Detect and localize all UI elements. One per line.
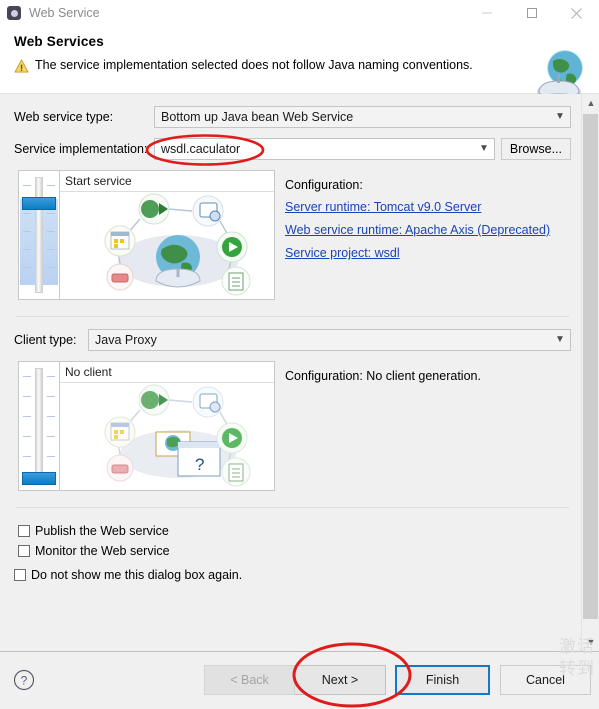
client-stage-slider[interactable]: [18, 361, 60, 491]
chevron-down-icon: ▼: [478, 143, 489, 154]
validation-message-text: The service implementation selected does…: [35, 58, 473, 72]
service-implementation-row: Service implementation: wsdl.caculator ▼…: [14, 138, 571, 160]
web-service-type-value: Bottom up Java bean Web Service: [161, 110, 354, 124]
client-type-value: Java Proxy: [95, 333, 157, 347]
publish-web-service-checkbox[interactable]: Publish the Web service: [18, 524, 571, 538]
chevron-down-icon: ▼: [555, 111, 565, 122]
service-illustration: Start service: [60, 170, 275, 300]
configuration-title: Configuration:: [285, 178, 363, 192]
window-titlebar: Web Service: [0, 0, 599, 26]
wizard-content: Web service type: Bottom up Java bean We…: [0, 94, 599, 651]
service-configuration: Configuration: Server runtime: Tomcat v9…: [275, 170, 571, 300]
app-gear-icon: [6, 5, 22, 21]
checkbox-box: [18, 525, 30, 537]
maximize-icon[interactable]: [509, 0, 554, 26]
service-illustration-title: Start service: [65, 174, 132, 188]
client-panel: No client ? Configuration: No client gen…: [18, 361, 571, 491]
service-implementation-input[interactable]: wsdl.caculator ▼: [154, 138, 495, 160]
window-title: Web Service: [29, 6, 100, 20]
finish-button[interactable]: Finish: [395, 665, 490, 695]
back-button: < Back: [204, 665, 295, 695]
checkbox-label: Publish the Web service: [35, 524, 169, 538]
dialog-button-bar: ? < Back Next > Finish Cancel: [0, 651, 599, 709]
do-not-show-dialog-checkbox[interactable]: Do not show me this dialog box again.: [14, 568, 571, 582]
next-button[interactable]: Next >: [295, 665, 386, 695]
server-runtime-link[interactable]: Server runtime: Tomcat v9.0 Server: [285, 200, 571, 214]
service-flow-diagram: [104, 193, 251, 296]
scrollbar-thumb[interactable]: [583, 114, 598, 619]
service-stage-slider[interactable]: [18, 170, 60, 300]
chevron-down-icon: ▼: [555, 334, 565, 345]
checkbox-label: Do not show me this dialog box again.: [31, 568, 243, 582]
checkbox-label: Monitor the Web service: [35, 544, 170, 558]
options-group: Publish the Web service Monitor the Web …: [14, 524, 571, 582]
checkbox-box: [14, 569, 26, 581]
minimize-icon[interactable]: [464, 0, 509, 26]
section-divider-2: [16, 507, 569, 508]
vertical-scrollbar[interactable]: ▲ ▼: [581, 94, 599, 651]
client-configuration: Configuration: No client generation.: [275, 361, 571, 491]
client-type-label: Client type:: [14, 333, 77, 347]
close-icon[interactable]: [554, 0, 599, 26]
client-configuration-text: Configuration: No client generation.: [285, 369, 481, 383]
svg-text:?: ?: [21, 674, 28, 688]
client-type-dropdown[interactable]: Java Proxy ▼: [88, 329, 571, 351]
service-project-link[interactable]: Service project: wsdl: [285, 246, 571, 260]
wizard-header: Web Services The service implementation …: [0, 26, 599, 102]
client-illustration-title: No client: [65, 365, 112, 379]
window-controls: [464, 0, 599, 26]
service-implementation-label: Service implementation:: [14, 142, 148, 156]
web-service-type-label: Web service type:: [14, 110, 114, 124]
validation-message: The service implementation selected does…: [14, 58, 587, 73]
monitor-web-service-checkbox[interactable]: Monitor the Web service: [18, 544, 571, 558]
warning-icon: [14, 59, 29, 73]
service-implementation-value: wsdl.caculator: [161, 142, 241, 156]
web-service-type-row: Web service type: Bottom up Java bean We…: [14, 106, 571, 128]
page-title: Web Services: [14, 34, 104, 49]
client-type-row: Client type: Java Proxy ▼: [14, 329, 571, 351]
client-slider-thumb[interactable]: [22, 472, 56, 485]
service-slider-thumb[interactable]: [22, 197, 56, 210]
scroll-up-icon[interactable]: ▲: [582, 94, 599, 112]
scroll-viewport: Web service type: Bottom up Java bean We…: [0, 94, 581, 651]
svg-text:?: ?: [195, 455, 204, 474]
service-panel: Start service Configuration: Server runt…: [18, 170, 571, 300]
web-service-runtime-link[interactable]: Web service runtime: Apache Axis (Deprec…: [285, 223, 571, 237]
section-divider: [16, 316, 569, 317]
screen-watermark: 激活 转到: [559, 637, 595, 678]
wizard-buttons: < Back Next > Finish Cancel: [204, 665, 591, 695]
client-illustration: No client ?: [60, 361, 275, 491]
checkbox-box: [18, 545, 30, 557]
help-icon[interactable]: ?: [13, 669, 35, 691]
browse-button[interactable]: Browse...: [500, 138, 571, 160]
web-service-type-dropdown[interactable]: Bottom up Java bean Web Service ▼: [154, 106, 571, 128]
client-flow-diagram: ?: [104, 384, 251, 487]
